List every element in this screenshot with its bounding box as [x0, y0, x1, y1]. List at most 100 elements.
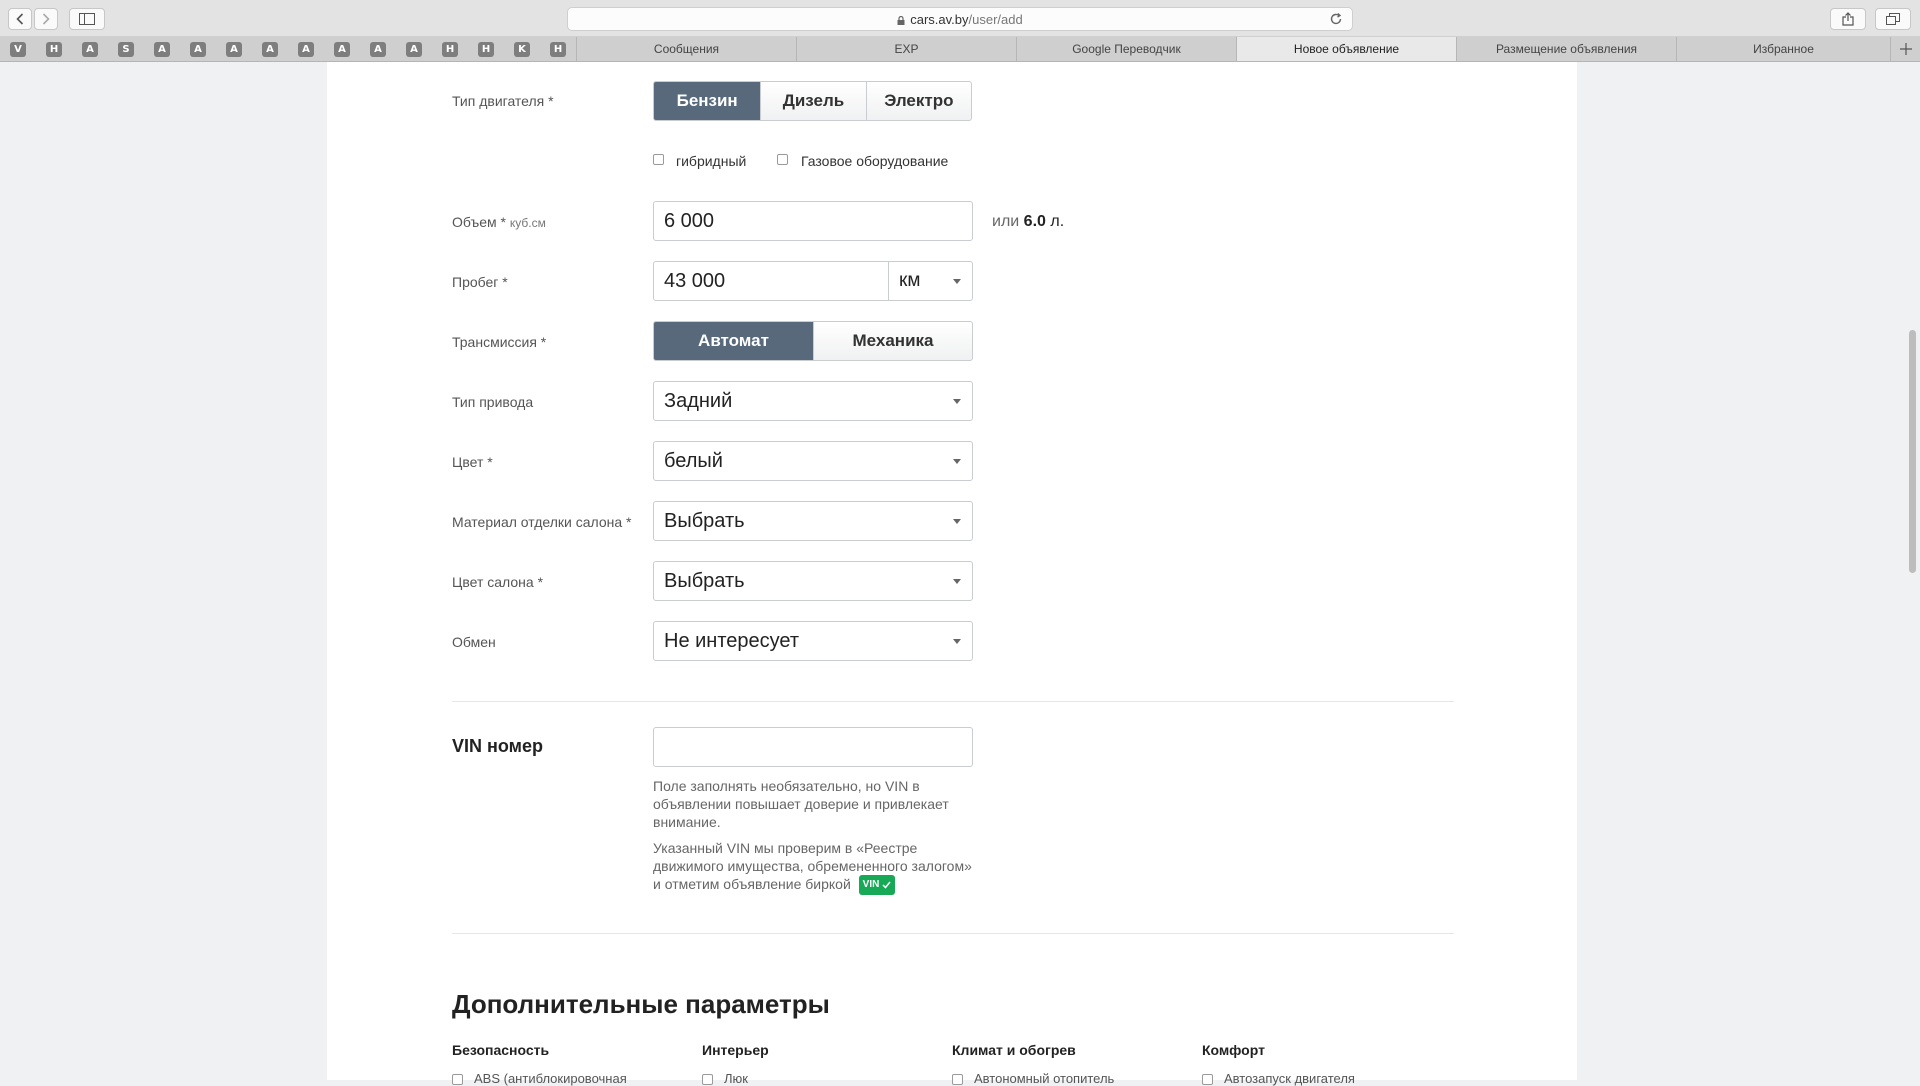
interior-material-label: Материал отделки салона * [452, 514, 632, 530]
pinned-tab[interactable]: H [550, 42, 566, 57]
tabs-icon [1886, 13, 1900, 25]
pinned-tab[interactable]: A [154, 42, 170, 57]
lock-icon [897, 15, 905, 25]
pinned-tab[interactable]: H [46, 42, 62, 57]
volume-liters: или 6.0 л. [992, 213, 1064, 231]
engine-option-diesel[interactable]: Дизель [760, 82, 865, 120]
chevron-down-icon [953, 279, 961, 284]
tab-new-listing[interactable]: Новое объявление [1236, 37, 1456, 61]
reload-icon[interactable] [1329, 12, 1343, 26]
share-icon [1842, 12, 1854, 26]
chevron-down-icon [953, 519, 961, 524]
pinned-tab[interactable]: A [370, 42, 386, 57]
option-label: Автономный отопитель [974, 1071, 1115, 1086]
url-path: /user/add [968, 11, 1023, 27]
forward-button[interactable] [34, 8, 58, 30]
vin-hint-registry: Указанный VIN мы проверим в «Реестре дви… [653, 839, 973, 896]
transmission-selector: Автомат Механика [653, 321, 973, 361]
pinned-tab[interactable]: A [406, 42, 422, 57]
tab-exp[interactable]: EXP [796, 37, 1016, 61]
column-interior-heading: Интерьер [702, 1042, 769, 1058]
tab-favorites[interactable]: Избранное [1676, 37, 1890, 61]
exchange-label: Обмен [452, 634, 496, 650]
back-button[interactable] [8, 8, 32, 30]
volume-liters-suffix: л. [1050, 213, 1065, 230]
interior-color-select[interactable]: Выбрать [653, 561, 973, 601]
engine-type-label: Тип двигателя * [452, 93, 554, 109]
vertical-scrollbar[interactable] [1909, 330, 1916, 573]
drive-type-label: Тип привода [452, 394, 534, 410]
option-item[interactable]: Автозапуск двигателя [1202, 1071, 1355, 1086]
vin-badge-text: VIN [862, 879, 880, 891]
drive-type-value: Задний [664, 389, 733, 412]
engine-option-electric[interactable]: Электро [865, 82, 971, 120]
new-tab-button[interactable] [1890, 37, 1920, 61]
pinned-tab[interactable]: A [298, 42, 314, 57]
exchange-select[interactable]: Не интересует [653, 621, 973, 661]
vin-section-title: VIN номер [452, 736, 543, 756]
tab-bar: V H A S A A A A A A A A H H K H Сообщени… [0, 37, 1920, 62]
option-label: ABS (антиблокировочная [474, 1071, 627, 1086]
chevron-down-icon [953, 459, 961, 464]
interior-material-select[interactable]: Выбрать [653, 501, 973, 541]
mileage-unit-value: км [899, 270, 921, 291]
column-climate-heading: Климат и обогрев [952, 1042, 1076, 1058]
sidebar-button[interactable] [69, 8, 105, 30]
column-comfort-heading: Комфорт [1202, 1042, 1265, 1058]
pinned-tab[interactable]: A [190, 42, 206, 57]
option-item[interactable]: ABS (антиблокировочная [452, 1071, 627, 1086]
pinned-tab[interactable]: H [478, 42, 494, 57]
gas-equipment-label: Газовое оборудование [801, 153, 949, 169]
vin-input[interactable] [653, 727, 973, 767]
drive-type-select[interactable]: Задний [653, 381, 973, 421]
vin-hint-optional: Поле заполнять необязательно, но VIN в о… [653, 778, 949, 830]
pinned-tab[interactable]: S [118, 42, 134, 57]
interior-color-label: Цвет салона * [452, 574, 544, 590]
pinned-tab[interactable]: A [262, 42, 278, 57]
pinned-tab[interactable]: H [442, 42, 458, 57]
engine-option-petrol[interactable]: Бензин [654, 82, 761, 120]
chevron-down-icon [953, 639, 961, 644]
option-label: Люк [724, 1071, 748, 1086]
chevron-left-icon [16, 13, 24, 25]
pinned-tab[interactable]: K [514, 42, 530, 57]
mileage-unit-select[interactable]: км [888, 261, 973, 301]
plus-icon [1899, 43, 1912, 55]
exchange-value: Не интересует [664, 629, 800, 652]
tab-google-translate[interactable]: Google Переводчик [1016, 37, 1236, 61]
vin-hint-registry-text: Указанный VIN мы проверим в «Реестре дви… [653, 840, 972, 892]
option-item[interactable]: Автономный отопитель [952, 1071, 1114, 1086]
share-button[interactable] [1830, 8, 1866, 30]
option-item[interactable]: Люк [702, 1071, 748, 1086]
transmission-option-automatic[interactable]: Автомат [654, 322, 813, 360]
tab-messages[interactable]: Сообщения [576, 37, 796, 61]
browser-toolbar: cars.av.by/user/add [0, 0, 1920, 37]
tab-listing-placement[interactable]: Размещение объявления [1456, 37, 1676, 61]
color-label: Цвет * [452, 454, 493, 470]
color-select[interactable]: белый [653, 441, 973, 481]
hybrid-checkbox[interactable] [653, 154, 664, 165]
pinned-tab[interactable]: A [334, 42, 350, 57]
hybrid-label: гибридный [676, 153, 747, 169]
interior-material-value: Выбрать [664, 509, 745, 532]
vin-verified-badge: VIN [858, 875, 896, 896]
pinned-tab[interactable]: V [10, 42, 26, 57]
transmission-option-manual[interactable]: Механика [813, 322, 972, 360]
tabs-overview-button[interactable] [1875, 8, 1911, 30]
chevron-down-icon [953, 579, 961, 584]
volume-liters-prefix: или [992, 213, 1020, 230]
volume-label-text: Объем * [452, 214, 506, 230]
url-host: cars.av.by [910, 11, 969, 27]
address-bar[interactable]: cars.av.by/user/add [567, 7, 1353, 31]
volume-liters-value: 6.0 [1023, 213, 1046, 230]
transmission-label: Трансмиссия * [452, 334, 547, 350]
pinned-tab[interactable]: A [226, 42, 242, 57]
gas-equipment-checkbox[interactable] [777, 154, 788, 165]
volume-input[interactable]: 6 000 [653, 201, 973, 241]
option-label: Автозапуск двигателя [1224, 1071, 1355, 1086]
additional-params-title: Дополнительные параметры [452, 989, 830, 1019]
section-divider [452, 701, 1454, 702]
mileage-label: Пробег * [452, 274, 508, 290]
pinned-tab[interactable]: A [82, 42, 98, 57]
mileage-input[interactable]: 43 000 [653, 261, 889, 301]
